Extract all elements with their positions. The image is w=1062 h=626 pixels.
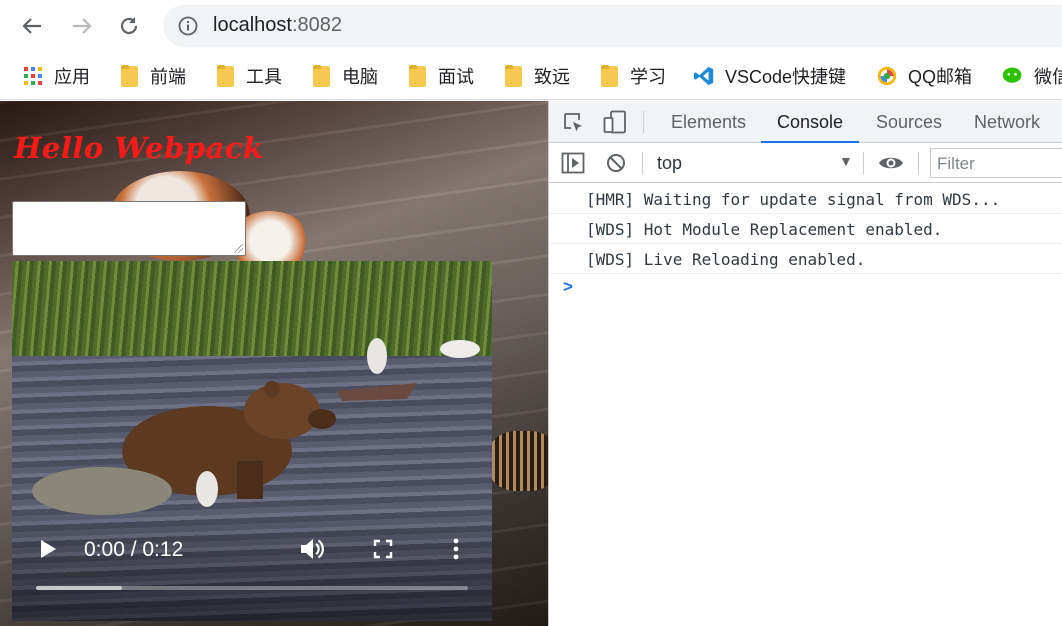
console-message: [HMR] Waiting for update signal from WDS… [549, 184, 1062, 214]
text-area-input[interactable] [12, 201, 246, 256]
context-selector[interactable]: top [657, 153, 682, 174]
bookmark-label: 致远 [534, 67, 570, 87]
toolbar-divider [863, 152, 864, 174]
chevron-down-icon[interactable]: ▼ [839, 153, 853, 169]
inspect-cursor-icon [564, 113, 582, 132]
url-text[interactable]: localhost:8082 [213, 14, 342, 37]
fullscreen-button[interactable] [371, 537, 395, 561]
video-player[interactable]: 0:00 / 0:12 [12, 261, 492, 621]
console-filter-input[interactable]: Filter [930, 148, 1062, 178]
play-icon [41, 540, 56, 558]
bookmark-folder-study[interactable]: 学习 [598, 62, 666, 90]
bookmark-label: 工具 [246, 67, 282, 87]
bookmark-label: VSCode快捷键 [725, 67, 847, 87]
folder-icon [504, 64, 522, 87]
mute-button[interactable] [298, 535, 326, 563]
video-time-display: 0:00 / 0:12 [84, 538, 184, 561]
fullscreen-icon [373, 539, 393, 559]
tab-elements[interactable]: Elements [671, 101, 746, 143]
bookmark-qq-mail[interactable]: QQ邮箱 [876, 62, 972, 90]
device-toggle-icon [603, 110, 626, 134]
background-cat-tail [488, 431, 548, 491]
browser-toolbar: localhost:8082 [0, 0, 1062, 52]
toolbar-divider [642, 152, 643, 174]
wechat-icon [1002, 65, 1024, 87]
eye-icon [879, 157, 903, 169]
video-controls-overlay [12, 511, 492, 621]
tab-divider [643, 111, 644, 133]
volume-icon [301, 539, 324, 559]
video-progress-bar[interactable] [36, 586, 468, 590]
tab-network[interactable]: Network [974, 101, 1040, 143]
clear-console-button[interactable] [606, 153, 626, 178]
site-info-icon[interactable] [178, 16, 198, 36]
forward-arrow-icon [73, 18, 92, 34]
console-sidebar-button[interactable] [561, 152, 585, 179]
play-button[interactable] [36, 535, 60, 563]
video-buffered-fill [36, 586, 123, 590]
bookmark-wechat[interactable]: 微信 [1002, 62, 1062, 90]
reload-button[interactable] [113, 10, 145, 42]
clear-console-icon [607, 154, 625, 172]
toolbar-divider [918, 152, 919, 174]
folder-icon [408, 64, 426, 87]
address-bar[interactable]: localhost:8082 [163, 5, 1062, 47]
bookmark-label: QQ邮箱 [908, 67, 973, 87]
qq-mail-icon [876, 65, 898, 87]
folder-icon [600, 64, 618, 87]
page-viewport: Hello Webpack 0:00 / 0:12 [0, 101, 548, 626]
bookmark-label: 微信 [1034, 67, 1062, 87]
forward-button[interactable] [66, 10, 98, 42]
bookmark-label: 面试 [438, 67, 474, 87]
bookmarks-bar: 应用 前端 工具 电脑 面试 致远 学习 VSCode快捷键 QQ邮箱 微信 [0, 52, 1062, 100]
more-options-button[interactable] [448, 537, 464, 561]
bookmark-label: 学习 [630, 67, 666, 87]
bookmark-folder-computer[interactable]: 电脑 [310, 62, 378, 90]
folder-icon [312, 64, 330, 87]
folder-icon [120, 64, 138, 87]
live-expression-button[interactable] [878, 153, 904, 178]
bookmark-label: 应用 [54, 67, 90, 87]
resize-grip-icon[interactable] [234, 244, 243, 253]
back-arrow-icon [22, 18, 41, 34]
filter-placeholder: Filter [937, 154, 975, 173]
vscode-icon [693, 65, 715, 87]
apps-grid-icon [22, 65, 44, 87]
console-toolbar: top ▼ Filter [549, 143, 1062, 183]
sidebar-toggle-icon [561, 152, 585, 174]
url-host: localhost [213, 14, 292, 36]
bookmark-label: 前端 [150, 67, 186, 87]
tab-sources[interactable]: Sources [876, 101, 942, 143]
bookmark-label: 电脑 [342, 67, 378, 87]
bookmark-folder-frontend[interactable]: 前端 [118, 62, 186, 90]
bookmark-apps[interactable]: 应用 [22, 62, 90, 90]
bookmark-vscode-shortcuts[interactable]: VSCode快捷键 [693, 62, 846, 90]
console-message: [WDS] Hot Module Replacement enabled. [549, 214, 1062, 244]
bookmark-folder-tools[interactable]: 工具 [214, 62, 282, 90]
devtools-tab-bar: Elements Console Sources Network [549, 101, 1062, 143]
folder-icon [216, 64, 234, 87]
url-port: :8082 [291, 14, 342, 36]
bookmark-folder-zhiyuan[interactable]: 致远 [502, 62, 570, 90]
device-toolbar-button[interactable] [603, 110, 627, 139]
tab-console[interactable]: Console [760, 101, 860, 143]
devtools-panel: Elements Console Sources Network top ▼ F… [548, 101, 1062, 626]
console-prompt-icon[interactable]: > [563, 277, 573, 297]
inspect-element-button[interactable] [563, 112, 585, 139]
bookmark-folder-interview[interactable]: 面试 [406, 62, 474, 90]
back-button[interactable] [16, 10, 48, 42]
page-heading: Hello Webpack [14, 131, 264, 165]
reload-icon [120, 17, 138, 35]
more-vert-icon [453, 538, 459, 560]
console-message: [WDS] Live Reloading enabled. [549, 244, 1062, 274]
